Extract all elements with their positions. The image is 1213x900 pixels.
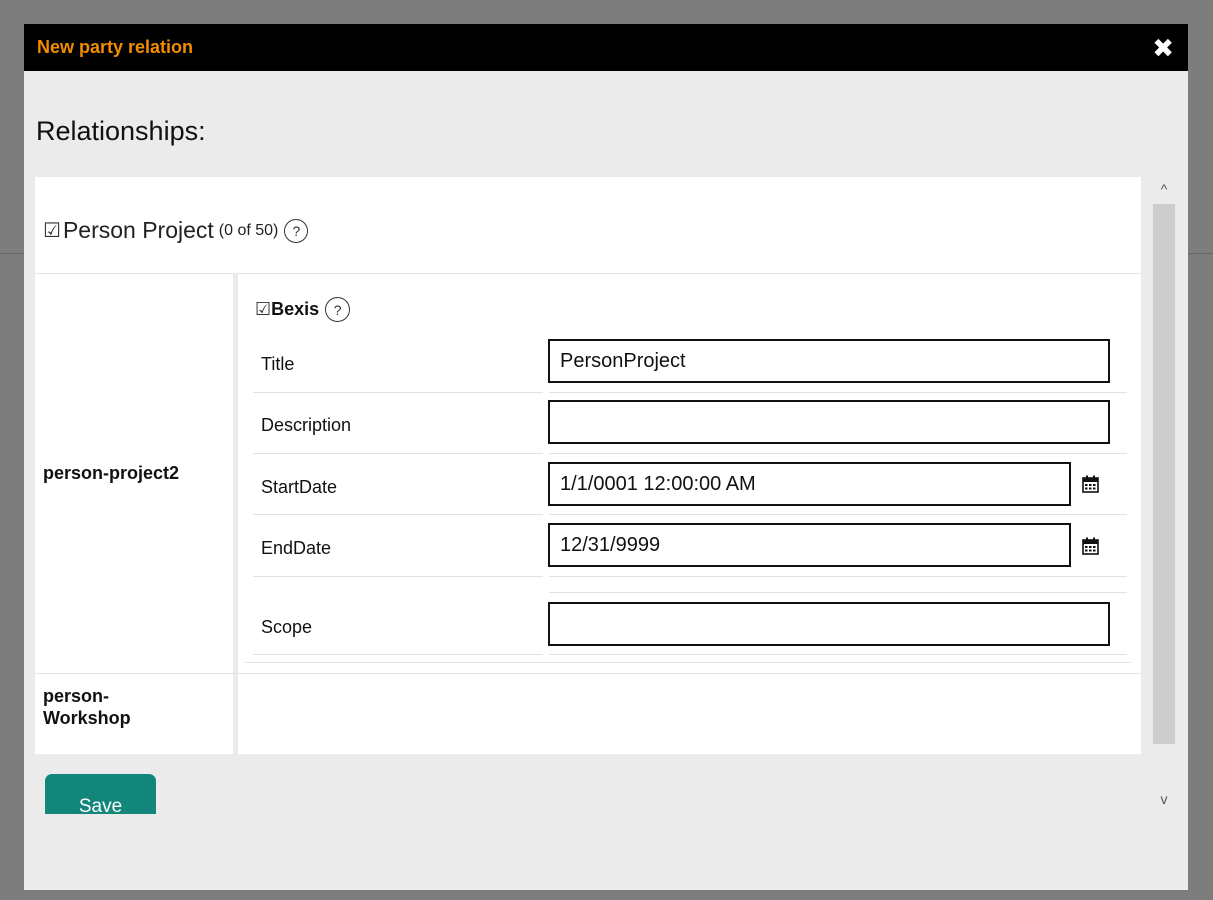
help-icon[interactable]: ? [284, 218, 309, 243]
vertical-scrollbar[interactable]: ^ v [1153, 177, 1175, 814]
description-input[interactable] [548, 400, 1110, 444]
group-checkbox[interactable]: ☑ [43, 218, 61, 243]
field-separator [253, 576, 543, 577]
form-bottom-divider [245, 662, 1131, 663]
field-separator [549, 654, 1127, 655]
field-separator [549, 392, 1127, 393]
field-separator [253, 514, 543, 515]
title-input[interactable] [548, 339, 1110, 383]
save-button[interactable]: Save [45, 774, 156, 814]
field-label-scope: Scope [261, 617, 313, 637]
field-label-description: Description [261, 415, 352, 435]
relationships-scroll-area: ☑ Person Project (0 of 50) ? person-proj… [35, 177, 1175, 814]
field-separator [253, 392, 543, 393]
calendar-icon[interactable] [1082, 475, 1099, 493]
scroll-down-icon[interactable]: v [1153, 789, 1175, 809]
row-label-person-workshop: person- Workshop [43, 686, 131, 728]
column-gap [233, 273, 238, 673]
group-title: Person Project [62, 217, 214, 243]
new-party-relation-dialog: New party relation ✖ Relationships: ☑ Pe… [24, 24, 1188, 890]
relationships-content: ☑ Person Project (0 of 50) ? person-proj… [35, 177, 1141, 754]
group-divider-right [238, 273, 1141, 274]
field-separator [549, 576, 1127, 577]
field-separator [253, 654, 543, 655]
field-label-title: Title [261, 354, 295, 374]
group-header-person-project: ☑ Person Project (0 of 50) ? [43, 217, 309, 244]
field-separator [549, 592, 1127, 593]
bexis-form: Title Description StartDate [245, 297, 1131, 665]
row-label-person-project2: person-project2 [43, 463, 180, 483]
dialog-title: New party relation [37, 37, 194, 57]
scope-input[interactable] [548, 602, 1110, 646]
scroll-up-icon[interactable]: ^ [1153, 179, 1175, 199]
group-count: (0 of 50) [218, 221, 279, 239]
enddate-input[interactable] [548, 523, 1071, 567]
field-label-enddate: EndDate [261, 538, 332, 558]
close-icon[interactable]: ✖ [1152, 35, 1174, 61]
section-heading: Relationships: [36, 116, 206, 146]
startdate-input[interactable] [548, 462, 1071, 506]
calendar-icon[interactable] [1082, 537, 1099, 555]
field-separator [549, 453, 1127, 454]
group-divider [35, 273, 233, 274]
field-separator [549, 514, 1127, 515]
column-gap [233, 674, 238, 754]
dialog-titlebar: New party relation ✖ [24, 24, 1188, 71]
row-divider [35, 673, 1141, 674]
scrollbar-thumb[interactable] [1153, 204, 1175, 744]
field-separator [253, 453, 543, 454]
field-label-startdate: StartDate [261, 477, 338, 497]
